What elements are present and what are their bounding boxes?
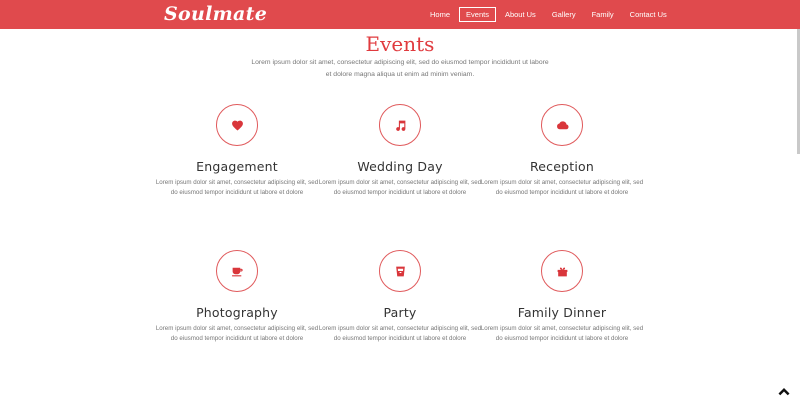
event-icon-circle[interactable] bbox=[216, 104, 258, 146]
event-title: Reception bbox=[529, 159, 595, 174]
event-text: Lorem ipsum dolor sit amet, consectetur … bbox=[318, 325, 482, 342]
event-card-wedding-day: Wedding Day Lorem ipsum dolor sit amet, … bbox=[315, 104, 485, 198]
drink-icon bbox=[395, 266, 405, 276]
gift-icon bbox=[557, 267, 567, 276]
event-card-family-dinner: Family Dinner Lorem ipsum dolor sit amet… bbox=[477, 250, 647, 344]
event-card-photography: Photography Lorem ipsum dolor sit amet, … bbox=[152, 250, 322, 344]
nav-gallery[interactable]: Gallery bbox=[545, 7, 583, 22]
event-title: Engagement bbox=[196, 159, 278, 174]
nav-family[interactable]: Family bbox=[585, 7, 621, 22]
event-text: Lorem ipsum dolor sit amet, consectetur … bbox=[480, 179, 644, 196]
event-text: Lorem ipsum dolor sit amet, consectetur … bbox=[155, 325, 319, 342]
event-card-engagement: Engagement Lorem ipsum dolor sit amet, c… bbox=[152, 104, 322, 198]
event-text: Lorem ipsum dolor sit amet, consectetur … bbox=[155, 179, 319, 196]
heart-icon bbox=[231, 120, 243, 131]
main-nav: Home Events About Us Gallery Family Cont… bbox=[422, 7, 675, 22]
event-title: Photography bbox=[196, 305, 278, 320]
event-icon-circle[interactable] bbox=[216, 250, 258, 292]
event-title: Wedding Day bbox=[357, 159, 443, 174]
cloud-icon bbox=[556, 120, 568, 129]
event-icon-circle[interactable] bbox=[541, 104, 583, 146]
event-text: Lorem ipsum dolor sit amet, consectetur … bbox=[318, 179, 482, 196]
event-icon-circle[interactable] bbox=[379, 250, 421, 292]
event-icon-circle[interactable] bbox=[541, 250, 583, 292]
nav-events[interactable]: Events bbox=[459, 7, 496, 22]
section-title: Events bbox=[365, 32, 435, 56]
section-description: Lorem ipsum dolor sit amet, consectetur … bbox=[251, 59, 549, 78]
chevron-up-icon bbox=[778, 388, 790, 396]
music-note-icon bbox=[395, 120, 405, 131]
event-title: Family Dinner bbox=[517, 305, 607, 320]
nav-contact-us[interactable]: Contact Us bbox=[623, 7, 674, 22]
event-text: Lorem ipsum dolor sit amet, consectetur … bbox=[480, 325, 644, 342]
nav-home[interactable]: Home bbox=[423, 7, 457, 22]
cup-icon bbox=[231, 267, 243, 276]
event-card-party: Party Lorem ipsum dolor sit amet, consec… bbox=[315, 250, 485, 344]
event-card-reception: Reception Lorem ipsum dolor sit amet, co… bbox=[477, 104, 647, 198]
back-to-top-button[interactable] bbox=[778, 384, 790, 396]
event-icon-circle[interactable] bbox=[379, 104, 421, 146]
navbar: Soulmate Home Events About Us Gallery Fa… bbox=[0, 0, 800, 29]
event-title: Party bbox=[383, 305, 417, 320]
nav-about-us[interactable]: About Us bbox=[498, 7, 543, 22]
brand-logo[interactable]: Soulmate bbox=[164, 3, 267, 25]
